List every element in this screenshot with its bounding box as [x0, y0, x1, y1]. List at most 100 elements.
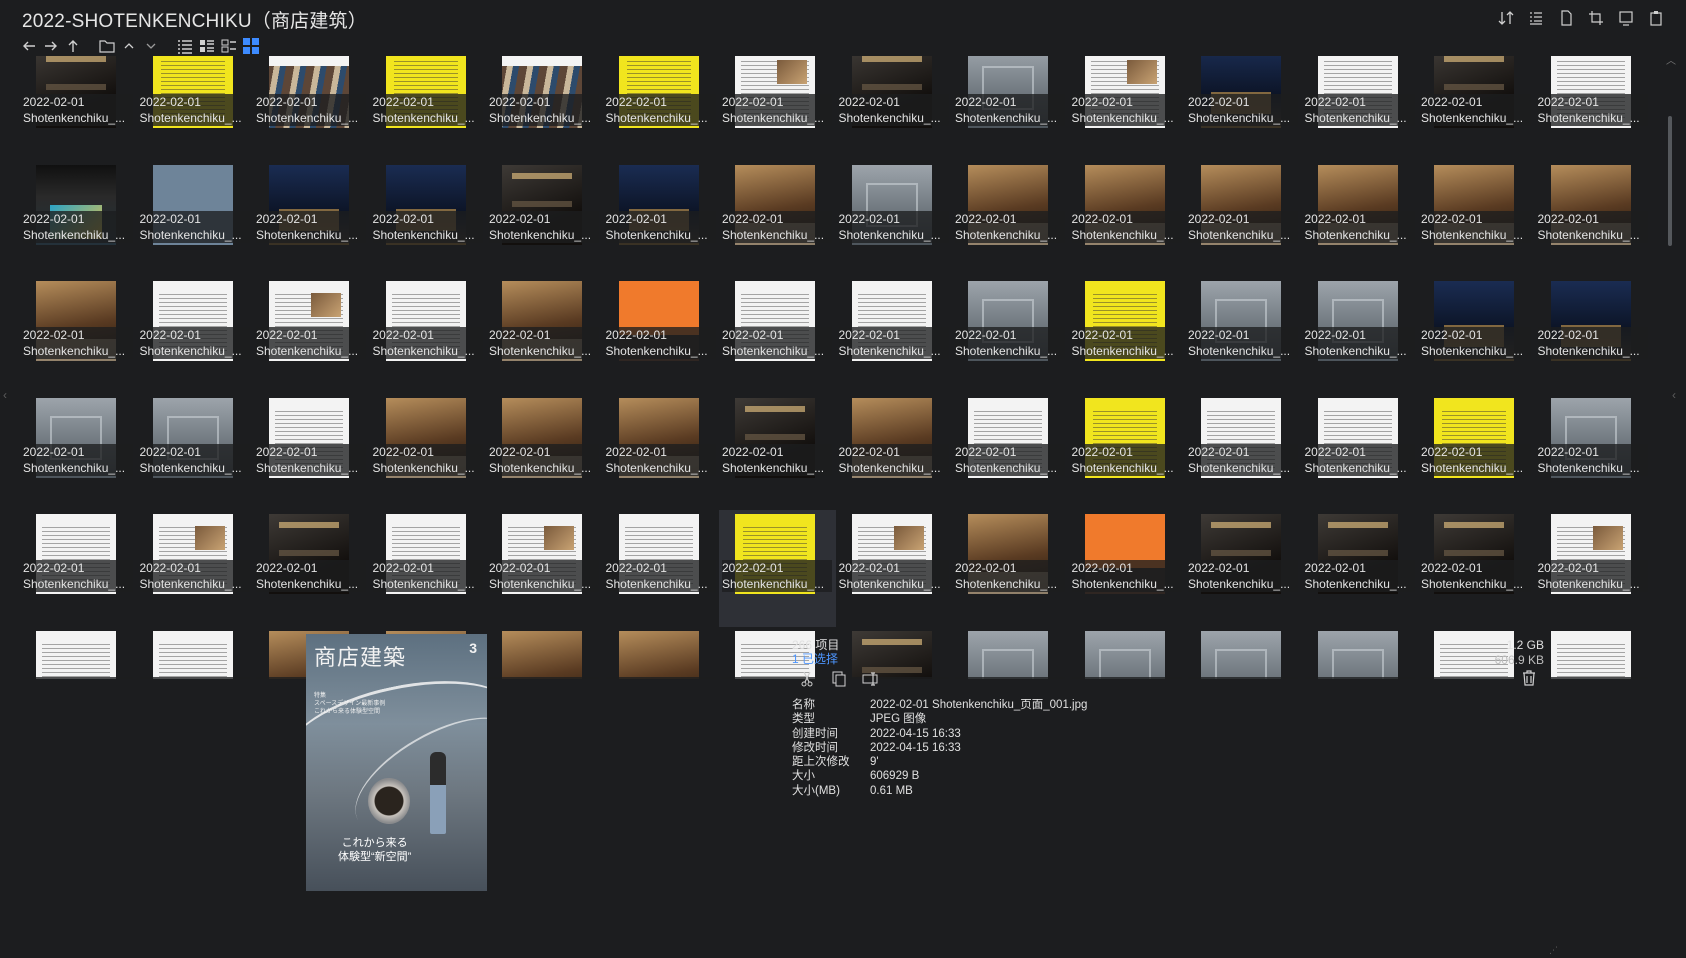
thumbnail-item[interactable]: 2022-02-01Shotenkenchiku_... [1185, 510, 1302, 627]
up-arrow-icon[interactable] [64, 37, 82, 55]
thumbnail-item[interactable]: 2022-02-01Shotenkenchiku_... [137, 394, 254, 511]
thumbnail-item[interactable]: 2022-02-01Shotenkenchiku_... [1185, 277, 1302, 394]
property-value[interactable]: 0.61 MB [870, 784, 913, 798]
thumbnail-item[interactable]: 2022-02-01Shotenkenchiku_... [137, 277, 254, 394]
thumbnail-item[interactable]: 2022-02-01Shotenkenchiku_... [603, 394, 720, 511]
property-value[interactable]: 2022-02-01 Shotenkenchiku_页面_001.jpg [870, 698, 1087, 712]
thumbnail-item[interactable]: 2022-02-01Shotenkenchiku_... [253, 161, 370, 278]
property-value[interactable]: 2022-04-15 16:33 [870, 741, 961, 755]
thumbnail-item[interactable]: 2022-02-01Shotenkenchiku_... [1418, 56, 1535, 161]
thumbnail-item[interactable]: 2022-02-01Shotenkenchiku_... [836, 510, 953, 627]
file-icon[interactable] [1556, 8, 1576, 28]
thumbnail-item[interactable]: 2022-02-01Shotenkenchiku_... [253, 510, 370, 627]
thumbnail-item[interactable]: 2022-02-01Shotenkenchiku_... [20, 277, 137, 394]
thumbnail-item[interactable]: 2022-02-01Shotenkenchiku_... [370, 510, 487, 627]
thumbnail-item[interactable]: 2022-02-01Shotenkenchiku_... [253, 277, 370, 394]
thumbnail-item[interactable]: 2022-02-01Shotenkenchiku_... [370, 161, 487, 278]
thumbnail-item[interactable]: 2022-02-01Shotenkenchiku_... [1069, 161, 1186, 278]
property-value[interactable]: 9' [870, 755, 879, 769]
thumbnail-item[interactable]: 2022-02-01Shotenkenchiku_... [486, 161, 603, 278]
chevron-up-icon[interactable] [120, 37, 138, 55]
thumbnail-item[interactable]: 2022-02-01Shotenkenchiku_... [137, 510, 254, 627]
thumbnail-item[interactable]: 2022-02-01Shotenkenchiku_... [952, 394, 1069, 511]
thumbnail-item[interactable]: 2022-02-01Shotenkenchiku_... [1302, 510, 1419, 627]
thumbnail-item[interactable]: 2022-02-01Shotenkenchiku_... [952, 161, 1069, 278]
thumbnail-item[interactable]: 2022-02-01Shotenkenchiku_... [603, 277, 720, 394]
thumbnail-item[interactable]: 2022-02-01Shotenkenchiku_... [603, 161, 720, 278]
thumbnail-item[interactable]: 2022-02-01Shotenkenchiku_... [1069, 627, 1186, 679]
thumbnail-item[interactable]: 2022-02-01Shotenkenchiku_... [719, 394, 836, 511]
thumbnail-item[interactable]: 2022-02-01Shotenkenchiku_... [1302, 161, 1419, 278]
thumbnail-item[interactable]: 2022-02-01Shotenkenchiku_... [20, 56, 137, 161]
thumbnail-item[interactable]: 2022-02-01Shotenkenchiku_... [370, 277, 487, 394]
thumbnail-item[interactable]: 2022-02-01Shotenkenchiku_... [836, 277, 953, 394]
crop-icon[interactable] [1586, 8, 1606, 28]
thumbnail-item[interactable]: 2022-02-01Shotenkenchiku_... [1535, 161, 1652, 278]
thumbnail-item[interactable]: 2022-02-01Shotenkenchiku_... [1418, 394, 1535, 511]
thumbnail-item[interactable]: 2022-02-01Shotenkenchiku_... [1302, 56, 1419, 161]
property-value[interactable]: 606929 B [870, 769, 919, 783]
thumbnail-item[interactable]: 2022-02-01Shotenkenchiku_... [952, 56, 1069, 161]
thumbnail-item[interactable]: 2022-02-01Shotenkenchiku_... [486, 277, 603, 394]
property-value[interactable]: 2022-04-15 16:33 [870, 727, 961, 741]
property-value[interactable]: JPEG 图像 [870, 712, 926, 726]
thumbnail-item[interactable]: 2022-02-01Shotenkenchiku_... [20, 394, 137, 511]
thumbnail-item[interactable]: 2022-02-01Shotenkenchiku_... [370, 394, 487, 511]
details-pane-icon[interactable] [1526, 8, 1546, 28]
thumbnail-item[interactable]: 2022-02-01Shotenkenchiku_... [1535, 394, 1652, 511]
list-view-icon[interactable] [176, 37, 194, 55]
thumbnail-item[interactable]: 2022-02-01Shotenkenchiku_... [1185, 161, 1302, 278]
thumbnail-item[interactable]: 2022-02-01Shotenkenchiku_... [836, 161, 953, 278]
thumbnail-item[interactable]: 2022-02-01Shotenkenchiku_... [486, 627, 603, 679]
copy-icon[interactable] [830, 670, 848, 688]
left-pane-collapse-icon[interactable]: ‹ [3, 388, 7, 402]
thumbnail-item[interactable]: 2022-02-01Shotenkenchiku_... [486, 394, 603, 511]
thumbnail-item[interactable]: 2022-02-01Shotenkenchiku_... [1418, 161, 1535, 278]
thumbnail-item[interactable]: 2022-02-01Shotenkenchiku_... [1069, 56, 1186, 161]
thumbnail-item[interactable]: 2022-02-01Shotenkenchiku_... [836, 56, 953, 161]
thumbnail-item[interactable]: 2022-02-01Shotenkenchiku_... [952, 277, 1069, 394]
selected-count[interactable]: 1 已选择 [792, 650, 838, 667]
vertical-scrollbar[interactable]: ︿ [1666, 56, 1676, 636]
thumbnail-item[interactable]: 2022-02-01Shotenkenchiku_... [370, 56, 487, 161]
forward-arrow-icon[interactable] [42, 37, 60, 55]
thumbnail-item[interactable]: 2022-02-01Shotenkenchiku_... [486, 56, 603, 161]
rename-icon[interactable] [862, 670, 880, 688]
chevron-down-icon[interactable] [142, 37, 160, 55]
thumbnail-item[interactable]: 2022-02-01Shotenkenchiku_... [719, 510, 836, 627]
thumbnail-item[interactable]: 2022-02-01Shotenkenchiku_... [719, 161, 836, 278]
thumbnail-item[interactable]: 2022-02-01Shotenkenchiku_... [952, 510, 1069, 627]
thumbnail-item[interactable]: 2022-02-01Shotenkenchiku_... [253, 56, 370, 161]
resize-grip[interactable]: ⋰ [1549, 945, 1558, 956]
thumbnail-view-icon[interactable] [242, 37, 260, 55]
thumbnail-item[interactable]: 2022-02-01Shotenkenchiku_... [253, 394, 370, 511]
right-pane-collapse-icon[interactable]: ‹ [1672, 388, 1676, 402]
thumbnail-item[interactable]: 2022-02-01Shotenkenchiku_... [952, 627, 1069, 679]
thumbnail-item[interactable]: 2022-02-01Shotenkenchiku_... [1302, 394, 1419, 511]
thumbnail-item[interactable]: 2022-02-01Shotenkenchiku_... [719, 277, 836, 394]
clipboard-icon[interactable] [1646, 8, 1666, 28]
thumbnail-item[interactable]: 2022-02-01Shotenkenchiku_... [1535, 510, 1652, 627]
thumbnail-item[interactable]: 2022-02-01Shotenkenchiku_... [1185, 627, 1302, 679]
scroll-up-icon[interactable]: ︿ [1666, 56, 1676, 68]
thumbnail-item[interactable]: 2022-02-01Shotenkenchiku_... [1185, 56, 1302, 161]
thumbnail-item[interactable]: 2022-02-01Shotenkenchiku_... [1069, 510, 1186, 627]
thumbnail-item[interactable]: 2022-02-01Shotenkenchiku_... [603, 627, 720, 679]
thumbnail-item[interactable]: 2022-02-01Shotenkenchiku_... [836, 394, 953, 511]
thumbnail-item[interactable]: 2022-02-01Shotenkenchiku_... [137, 627, 254, 679]
thumbnail-item[interactable]: 2022-02-01Shotenkenchiku_... [1069, 277, 1186, 394]
thumbnail-item[interactable]: 2022-02-01Shotenkenchiku_... [20, 627, 137, 679]
trash-icon[interactable] [1522, 670, 1536, 691]
sort-icon[interactable] [1496, 8, 1516, 28]
thumbnail-item[interactable]: 2022-02-01Shotenkenchiku_... [1418, 277, 1535, 394]
tiles-view-icon[interactable] [220, 37, 238, 55]
scissors-icon[interactable] [798, 670, 816, 688]
thumbnail-item[interactable]: 2022-02-01Shotenkenchiku_... [1069, 394, 1186, 511]
thumbnail-item[interactable]: 2022-02-01Shotenkenchiku_... [1418, 510, 1535, 627]
thumbnail-item[interactable]: 2022-02-01Shotenkenchiku_... [1302, 627, 1419, 679]
back-arrow-icon[interactable] [20, 37, 38, 55]
thumbnail-item[interactable]: 2022-02-01Shotenkenchiku_... [719, 56, 836, 161]
thumbnail-item[interactable]: 2022-02-01Shotenkenchiku_... [20, 510, 137, 627]
thumbnail-item[interactable]: 2022-02-01Shotenkenchiku_... [603, 510, 720, 627]
scrollbar-thumb[interactable] [1668, 116, 1672, 246]
